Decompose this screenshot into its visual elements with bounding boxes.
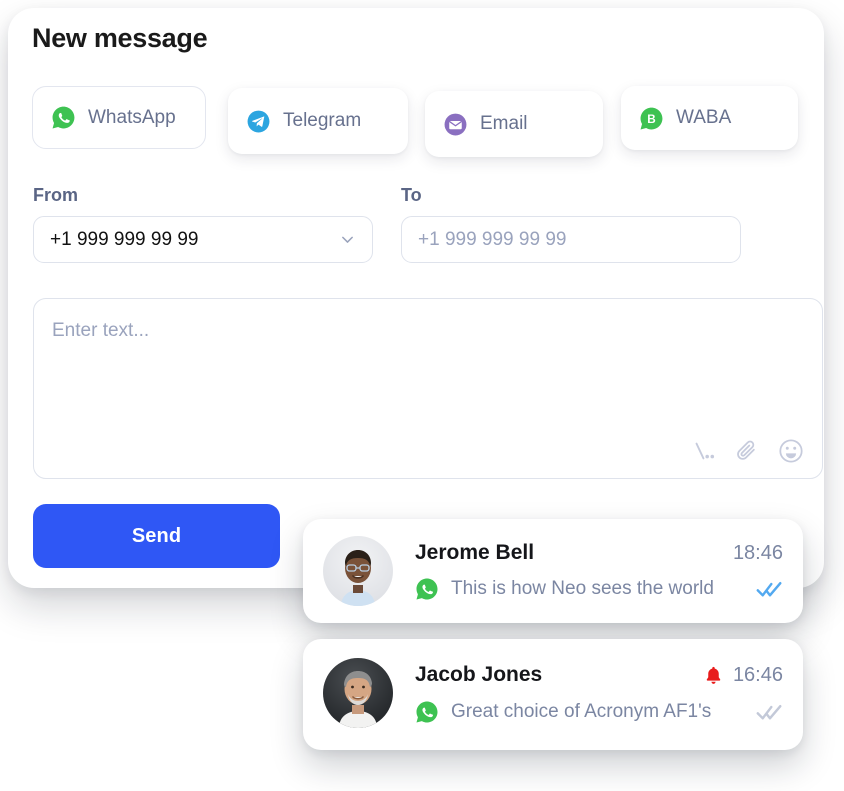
bell-alert-icon xyxy=(706,666,721,684)
svg-text:B: B xyxy=(647,113,655,126)
waba-icon: B xyxy=(640,107,663,129)
avatar-jerome-bell xyxy=(323,536,393,606)
message-placeholder: Enter text... xyxy=(52,320,150,341)
whatsapp-icon xyxy=(416,578,438,600)
from-value: +1 999 999 99 99 xyxy=(50,228,199,250)
avatar-jacob-jones xyxy=(323,658,393,728)
notification-card[interactable]: Jacob Jones 16:46 Great choice of Acrony… xyxy=(303,639,803,750)
tab-waba-label: WABA xyxy=(676,107,732,128)
notification-sender-name: Jerome Bell xyxy=(415,541,535,564)
from-label: From xyxy=(33,185,78,205)
channel-tabs: WhatsApp Telegram Email B WABA xyxy=(32,86,802,164)
telegram-icon xyxy=(247,110,270,132)
email-icon xyxy=(444,113,467,135)
to-label: To xyxy=(401,185,422,205)
send-button[interactable]: Send xyxy=(33,504,280,568)
tab-email[interactable]: Email xyxy=(425,91,603,157)
message-textarea[interactable]: Enter text... xyxy=(33,298,823,479)
emoji-smile-icon[interactable] xyxy=(778,438,804,464)
whatsapp-icon xyxy=(416,701,438,723)
notification-header: Jacob Jones 16:46 xyxy=(415,663,783,687)
notification-time: 16:46 xyxy=(732,663,783,686)
notification-sender-name: Jacob Jones xyxy=(415,663,543,686)
notification-message-text: This is how Neo sees the world xyxy=(451,578,714,599)
tab-whatsapp[interactable]: WhatsApp xyxy=(32,86,206,149)
paperclip-icon[interactable] xyxy=(734,438,760,464)
message-toolbar xyxy=(690,438,804,464)
tab-telegram[interactable]: Telegram xyxy=(228,88,408,154)
notification-card[interactable]: Jerome Bell 18:46 This is how Neo sees t… xyxy=(303,519,803,623)
chevron-down-icon xyxy=(342,236,353,243)
to-input[interactable]: +1 999 999 99 99 xyxy=(401,216,741,263)
tab-email-label: Email xyxy=(480,113,528,134)
notification-body: Great choice of Acronym AF1's xyxy=(415,700,783,724)
notification-time: 18:46 xyxy=(732,541,783,564)
variable-template-icon[interactable] xyxy=(690,438,716,464)
to-placeholder: +1 999 999 99 99 xyxy=(418,228,567,250)
notification-body: This is how Neo sees the world xyxy=(415,577,783,601)
new-message-card: New message WhatsApp Telegram Email B WA… xyxy=(8,8,824,588)
page-title: New message xyxy=(32,23,208,53)
tab-whatsapp-label: WhatsApp xyxy=(88,106,176,128)
notification-message-text: Great choice of Acronym AF1's xyxy=(451,701,712,722)
double-check-delivered-icon xyxy=(756,704,782,720)
tab-waba[interactable]: B WABA xyxy=(621,86,798,150)
whatsapp-icon xyxy=(52,106,75,129)
from-select[interactable]: +1 999 999 99 99 xyxy=(33,216,373,263)
notification-header: Jerome Bell 18:46 xyxy=(415,541,783,565)
double-check-read-icon xyxy=(756,581,782,597)
tab-telegram-label: Telegram xyxy=(283,110,362,131)
